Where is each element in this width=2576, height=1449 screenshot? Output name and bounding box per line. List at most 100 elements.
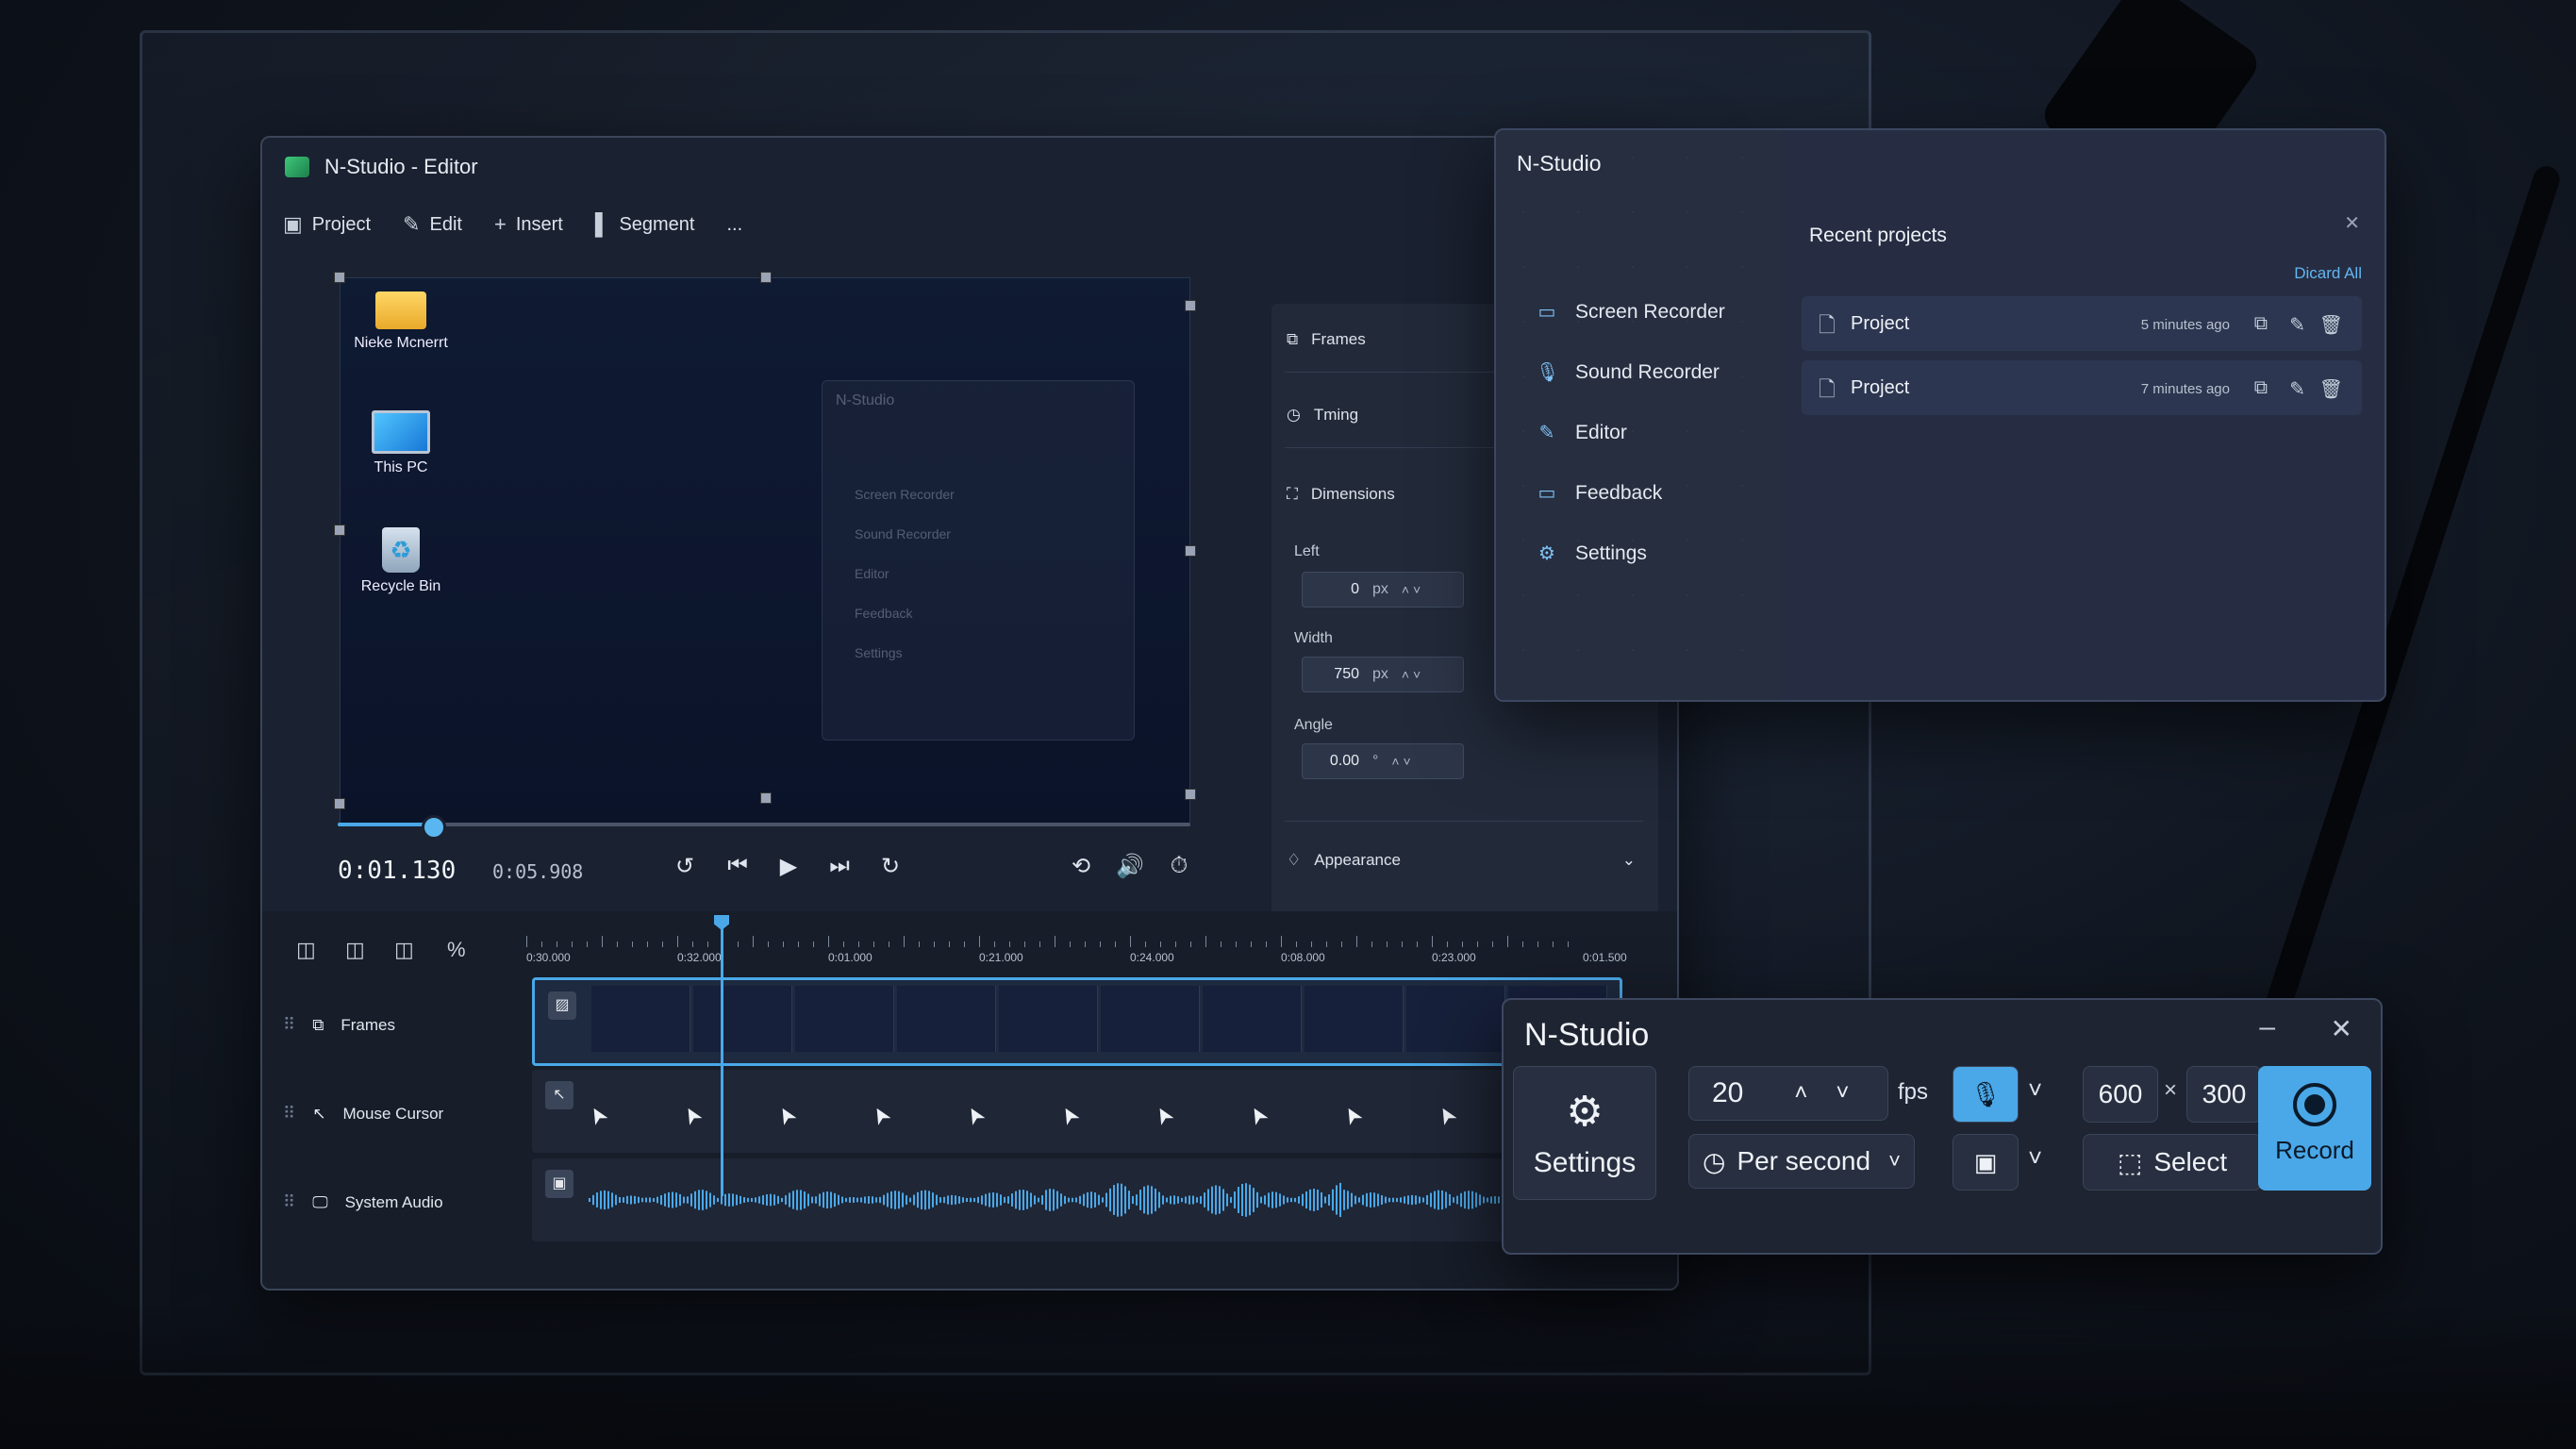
cursor-event-icon[interactable]: ➤	[1241, 1101, 1274, 1131]
timing-section[interactable]: ◷ Tming	[1287, 406, 1358, 425]
resize-handle-bottom-left[interactable]	[334, 798, 345, 809]
nav-settings[interactable]: ⚙ Settings	[1536, 541, 1647, 565]
cursor-event-icon[interactable]: ➤	[1430, 1101, 1463, 1131]
desktop-icon-recycle-bin[interactable]: ♻ Recycle Bin	[344, 527, 457, 595]
resize-handle-left[interactable]	[334, 525, 345, 536]
skip-forward-icon[interactable]: ⏭	[823, 853, 856, 879]
zoom-percent-icon[interactable]: %	[447, 938, 466, 962]
playback-scrubber[interactable]	[338, 815, 1190, 840]
mouse-cursor-track[interactable]: ↖ ➤➤➤➤➤➤➤➤➤➤➤	[532, 1070, 1617, 1153]
pencil-icon[interactable]: ✎	[2289, 313, 2305, 337]
rewind-button[interactable]: ↺	[668, 853, 702, 880]
preview-canvas[interactable]: Nieke Mcnerrt This PC ♻ Recycle Bin N-St…	[340, 277, 1190, 826]
frames-section[interactable]: ⧉ Frames	[1287, 330, 1366, 349]
project-menu-button[interactable]: ▣ Project	[283, 212, 371, 237]
forward-button[interactable]: ↻	[873, 853, 907, 880]
recent-project-item[interactable]: 🗋 Project 7 minutes ago ⧉ ✎ 🗑	[1802, 360, 2362, 415]
split-left-icon[interactable]: ◫	[296, 938, 316, 962]
mic-options-chevron-down-icon[interactable]: ˅	[2028, 1075, 2042, 1105]
capture-options-chevron-down-icon[interactable]: ˅	[2028, 1143, 2042, 1173]
edit-menu-button[interactable]: ✎ Edit	[403, 212, 462, 237]
trash-icon[interactable]: 🗑	[2319, 313, 2343, 337]
drag-handle-icon[interactable]: ⠿	[283, 1104, 295, 1124]
recent-project-item[interactable]: 🗋 Project 5 minutes ago ⧉ ✎ 🗑	[1802, 296, 2362, 351]
trash-icon[interactable]: 🗑	[2319, 377, 2343, 401]
loop-icon[interactable]: ⟲	[1064, 853, 1098, 880]
select-area-button[interactable]: ⬚ Select	[2083, 1134, 2262, 1191]
resize-handle-top[interactable]	[760, 272, 772, 283]
cursor-event-icon[interactable]: ➤	[1053, 1101, 1086, 1131]
stepper-up-icon[interactable]: ˄	[1794, 1080, 1807, 1107]
nav-screen-recorder[interactable]: ▭ Screen Recorder	[1536, 300, 1725, 324]
angle-input[interactable]: 0.00 ° ˄ ˅	[1302, 743, 1464, 779]
frame-thumbnail[interactable]	[897, 986, 996, 1052]
width-input[interactable]: 750 px ˄ ˅	[1302, 657, 1464, 692]
nav-editor[interactable]: ✎ Editor	[1536, 421, 1627, 444]
scrubber-knob[interactable]	[422, 815, 447, 840]
resize-handle-bottom-right[interactable]	[1185, 789, 1196, 800]
track-label-mouse-cursor[interactable]: ⠿ ↖ Mouse Cursor	[283, 1104, 443, 1124]
frame-thumbnail[interactable]	[1406, 986, 1505, 1052]
frequency-select[interactable]: ◷ Per second ˅	[1688, 1134, 1915, 1189]
stepper-arrows-icon[interactable]: ˄ ˅	[1402, 667, 1421, 682]
width-input[interactable]: 600	[2083, 1066, 2158, 1123]
pencil-icon[interactable]: ✎	[2289, 377, 2305, 401]
system-audio-track[interactable]: ▣	[532, 1158, 1617, 1241]
microphone-toggle[interactable]: 🎙	[1953, 1066, 2019, 1123]
cursor-event-icon[interactable]: ➤	[864, 1101, 897, 1131]
height-input[interactable]: 300	[2186, 1066, 2262, 1123]
resize-handle-top-left[interactable]	[334, 272, 345, 283]
drag-handle-icon[interactable]: ⠿	[283, 1192, 295, 1212]
frame-thumbnail[interactable]	[1305, 986, 1404, 1052]
desktop-icon-this-pc[interactable]: This PC	[344, 410, 457, 476]
cursor-event-icon[interactable]: ➤	[581, 1101, 614, 1131]
dimensions-section[interactable]: ⛶ Dimensions	[1287, 485, 1395, 504]
resize-handle-right[interactable]	[1185, 545, 1196, 557]
frame-thumbnail[interactable]	[693, 986, 792, 1052]
segment-menu-button[interactable]: ▌ Segment	[595, 212, 695, 237]
split-icon[interactable]: ◫	[345, 938, 365, 962]
frames-track[interactable]: ▨	[532, 977, 1622, 1066]
copy-icon[interactable]: ⧉	[2254, 313, 2268, 335]
cursor-event-icon[interactable]: ➤	[958, 1101, 991, 1131]
frame-thumbnail[interactable]	[1101, 986, 1200, 1052]
close-icon[interactable]: ✕	[2331, 1013, 2352, 1044]
split-right-icon[interactable]: ◫	[394, 938, 414, 962]
frame-thumbnail[interactable]	[999, 986, 1098, 1052]
record-button[interactable]: Record	[2258, 1066, 2371, 1191]
play-icon[interactable]: ▶	[772, 853, 806, 880]
skip-back-icon[interactable]: ⏮	[721, 853, 755, 879]
resize-handle-top-right[interactable]	[1185, 300, 1196, 311]
timeline-ruler[interactable]: 0:30.000 0:32.000 0:01.000 0:21.000 0:24.000…	[526, 923, 1627, 966]
track-label-system-audio[interactable]: ⠿ 🖵 System Audio	[283, 1192, 443, 1212]
nav-feedback[interactable]: ▭ Feedback	[1536, 481, 1663, 505]
track-label-frames[interactable]: ⠿ ⧉ Frames	[283, 1015, 395, 1035]
timer-icon[interactable]: ⏱	[1162, 853, 1196, 879]
settings-button[interactable]: ⚙ Settings	[1513, 1066, 1656, 1200]
stepper-arrows-icon[interactable]: ˄ ˅	[1391, 754, 1410, 769]
cursor-event-icon[interactable]: ➤	[770, 1101, 803, 1131]
stepper-down-icon[interactable]: ˅	[1836, 1080, 1849, 1107]
desktop-icon-user-folder[interactable]: Nieke Mcnerrt	[344, 291, 457, 352]
discard-all-link[interactable]: Dicard All	[2294, 264, 2362, 283]
appearance-section[interactable]: ♢ Appearance ⌄	[1287, 851, 1636, 870]
resize-handle-bottom[interactable]	[760, 792, 772, 804]
cursor-event-icon[interactable]: ➤	[1147, 1101, 1180, 1131]
volume-icon[interactable]: 🔊	[1113, 853, 1147, 880]
minimize-icon[interactable]: –	[2259, 1011, 2275, 1043]
cursor-event-icon[interactable]: ➤	[675, 1101, 708, 1131]
left-input[interactable]: 0 px ˄ ˅	[1302, 572, 1464, 608]
fps-input[interactable]: 20 ˄ ˅	[1688, 1066, 1888, 1121]
frame-thumbnail[interactable]	[795, 986, 894, 1052]
stepper-arrows-icon[interactable]: ˄ ˅	[1402, 582, 1421, 597]
playhead[interactable]	[721, 923, 723, 1196]
cursor-event-icon[interactable]: ➤	[1336, 1101, 1369, 1131]
drag-handle-icon[interactable]: ⠿	[283, 1015, 295, 1035]
nav-sound-recorder[interactable]: 🎙 Sound Recorder	[1536, 360, 1720, 384]
copy-icon[interactable]: ⧉	[2254, 377, 2268, 399]
frame-thumbnail[interactable]	[591, 986, 690, 1052]
frame-thumbnail[interactable]	[1203, 986, 1302, 1052]
close-icon[interactable]: ✕	[2344, 211, 2360, 235]
more-menu-button[interactable]: ...	[727, 214, 743, 236]
capture-mode-toggle[interactable]: ▣	[1953, 1134, 2019, 1191]
